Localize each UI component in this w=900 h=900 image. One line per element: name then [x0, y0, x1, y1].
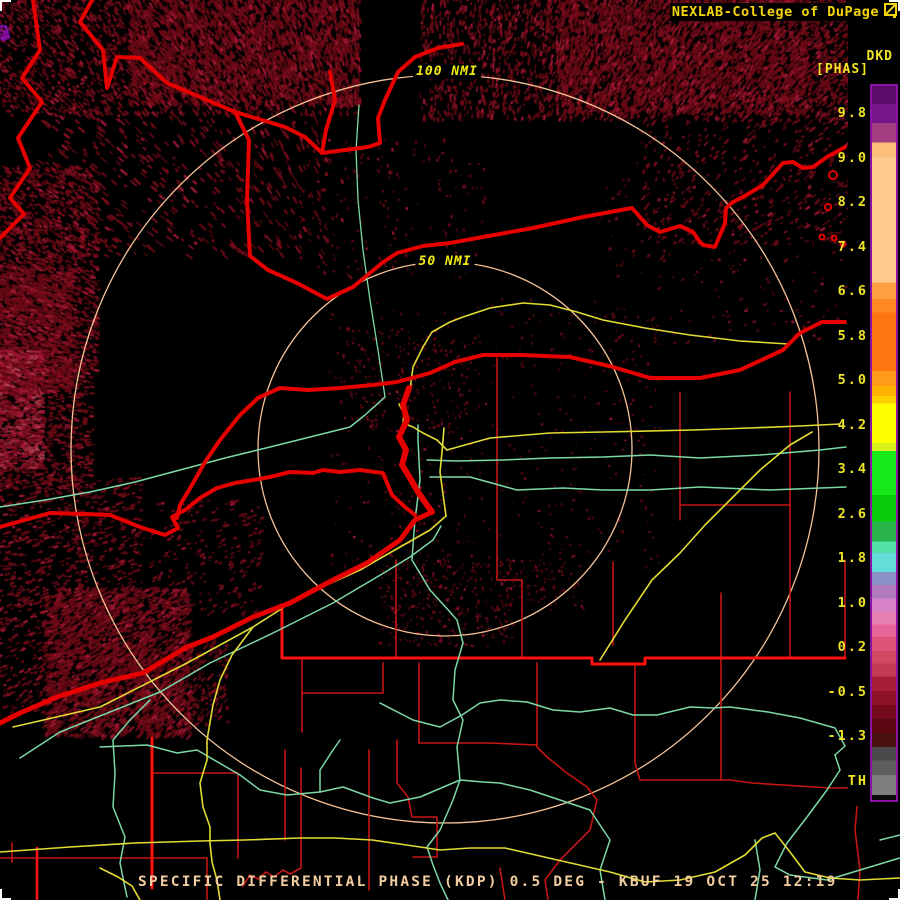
field-units-label: [PHAS]: [816, 62, 869, 77]
road-yellow-line: [409, 302, 789, 391]
scale-label: 4.2: [837, 416, 868, 433]
county-line: [242, 767, 302, 887]
corner-mark-bottom-right: [889, 889, 900, 900]
field-id-label: DKD: [866, 49, 893, 64]
road-yellow-line: [99, 867, 141, 900]
road-green-line: [19, 525, 442, 759]
scale-label: 9.0: [837, 149, 868, 166]
scale-label: 5.0: [837, 372, 868, 388]
county-line: [151, 772, 239, 859]
road-green-line: [879, 834, 900, 841]
shoreline-line: [0, 0, 44, 240]
scale-label: 9.8: [837, 105, 868, 121]
shoreline-line: [396, 385, 435, 515]
scale-label: 3.4: [837, 461, 868, 477]
scale-label: 2.6: [837, 505, 868, 522]
scale-label: 5.8: [837, 327, 868, 344]
colorbar: [870, 84, 898, 802]
road-yellow-line: [199, 626, 254, 900]
scale-label: 0.2: [837, 639, 868, 655]
road-green-line: [319, 739, 341, 793]
road-yellow-line: [439, 427, 447, 517]
county-line: [854, 794, 861, 900]
product-caption: SPECIFIC DIFFERENTIAL PHASE (KDP) 0.5 DE…: [138, 874, 838, 890]
county-line: [496, 357, 523, 659]
corner-mark-top-right: [889, 0, 900, 11]
scale-label: 1.8: [837, 550, 868, 566]
colorbar-gradient: [872, 86, 896, 800]
county-line: [301, 662, 384, 694]
road-green-line: [112, 699, 151, 898]
shoreline-line: [320, 42, 464, 155]
road-green-line: [426, 446, 847, 462]
shoreline-line: [0, 468, 417, 537]
scale-label: 6.6: [837, 283, 868, 299]
range-ring-label: 50 NMI: [415, 254, 475, 269]
scale-label: -0.5: [827, 683, 868, 700]
corner-mark-top-left: [0, 0, 11, 11]
range-ring-label: 100 NMI: [413, 64, 481, 79]
road-yellow-line: [12, 515, 447, 728]
corner-mark-bottom-left: [0, 889, 11, 900]
scale-label: 7.4: [837, 238, 868, 255]
scale-label: TH: [847, 772, 868, 789]
road-yellow-line: [446, 423, 841, 451]
header-title: NEXLAB-College of DuPage: [669, 3, 881, 21]
road-green-line: [0, 396, 386, 508]
scale-label: 1.0: [837, 594, 868, 611]
island-outline: [828, 170, 838, 180]
scale-label: 8.2: [837, 194, 868, 210]
road-green-line: [754, 839, 761, 900]
map-overlay-layer: [0, 0, 900, 900]
road-green-line: [99, 744, 591, 811]
radar-display: NEXLAB-College of DuPage DKD [PHAS] 9.8 9…: [0, 0, 900, 900]
road-green-line: [429, 476, 847, 491]
scale-label: -1.3: [827, 728, 868, 744]
road-green-line: [379, 699, 846, 756]
county-line: [536, 662, 598, 900]
county-line: [396, 739, 438, 858]
